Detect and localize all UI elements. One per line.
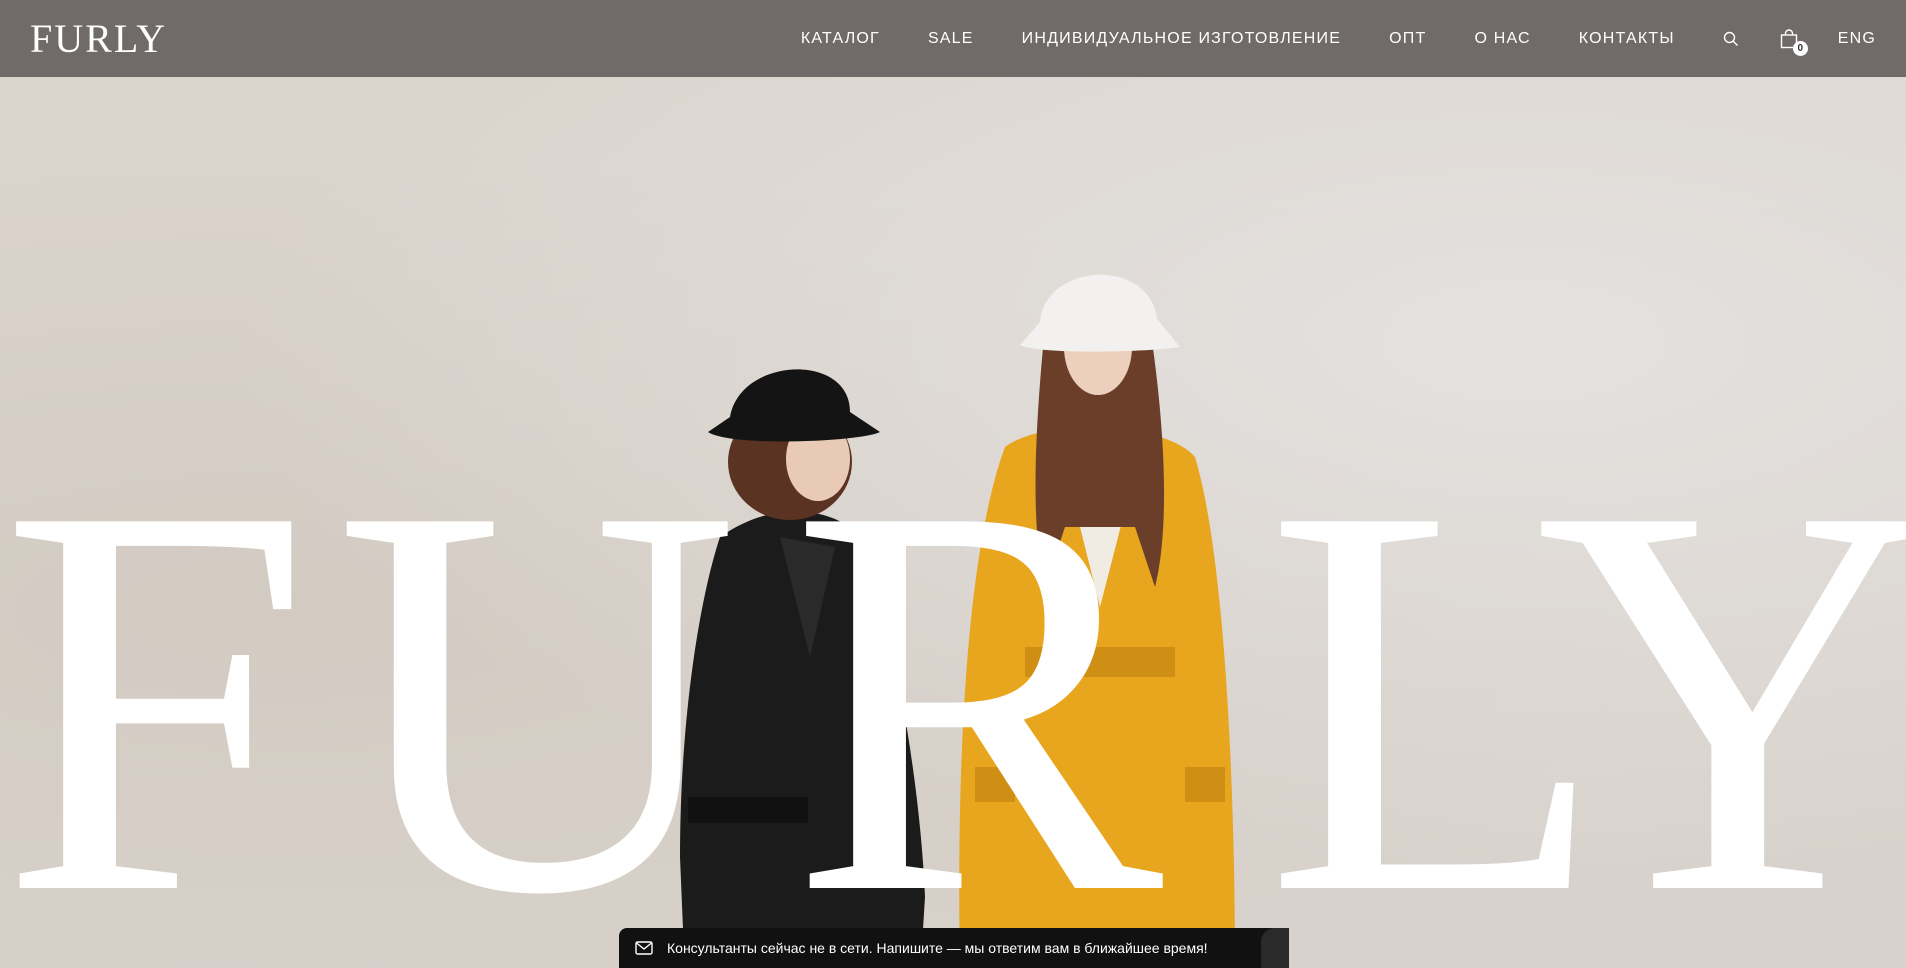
hero-banner: F U R L Y	[0, 77, 1906, 968]
nav-item-sale[interactable]: SALE	[928, 30, 974, 48]
chat-corner-decoration	[1261, 928, 1289, 968]
hero-letter-r: R	[790, 390, 1164, 968]
cart-count-badge: 0	[1792, 40, 1808, 56]
site-header: FURLY КАТАЛОГ SALE ИНДИВИДУАЛЬНОЕ ИЗГОТО…	[0, 0, 1906, 77]
cart-button[interactable]: 0	[1778, 28, 1808, 56]
site-logo[interactable]: FURLY	[30, 18, 167, 59]
envelope-icon	[635, 941, 653, 955]
hero-letter-y: Y	[1535, 390, 1906, 968]
chat-widget-bar[interactable]: Консультанты сейчас не в сети. Напишите …	[619, 928, 1289, 968]
nav-item-wholesale[interactable]: ОПТ	[1389, 30, 1426, 48]
nav-item-catalog[interactable]: КАТАЛОГ	[801, 30, 880, 48]
nav-item-custom-made[interactable]: ИНДИВИДУАЛЬНОЕ ИЗГОТОВЛЕНИЕ	[1022, 30, 1341, 48]
page: FURLY КАТАЛОГ SALE ИНДИВИДУАЛЬНОЕ ИЗГОТО…	[0, 0, 1906, 968]
nav-item-about[interactable]: О НАС	[1474, 30, 1530, 48]
language-switch[interactable]: ENG	[1838, 30, 1876, 48]
hero-brand-word: F U R L Y	[0, 420, 1906, 968]
search-icon	[1723, 31, 1738, 46]
chat-offline-message: Консультанты сейчас не в сети. Напишите …	[667, 940, 1208, 956]
hero-letter-f: F	[0, 390, 312, 968]
main-nav: КАТАЛОГ SALE ИНДИВИДУАЛЬНОЕ ИЗГОТОВЛЕНИЕ…	[801, 28, 1876, 56]
search-button[interactable]	[1720, 28, 1742, 50]
hero-letter-u: U	[335, 390, 740, 968]
nav-item-contacts[interactable]: КОНТАКТЫ	[1579, 30, 1675, 48]
